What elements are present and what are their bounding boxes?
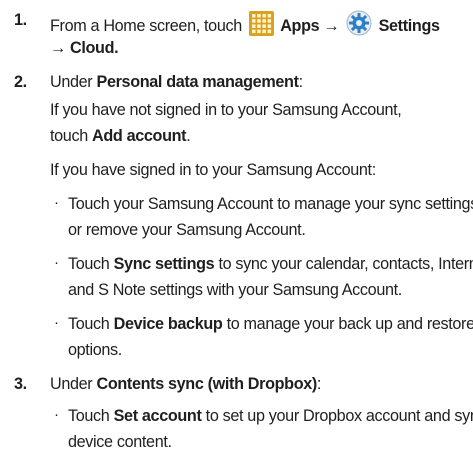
- apps-label: Apps: [280, 17, 320, 35]
- step-text: From a Home screen, touch: [50, 17, 242, 35]
- cloud-label: Cloud: [70, 39, 115, 57]
- step-text: to manage your back up and restore: [226, 315, 473, 333]
- bullet-c-line-1: Touch Device backup to manage your back …: [68, 314, 473, 334]
- gear-icon: [346, 10, 372, 41]
- instruction-document: 1. From a Home screen, touch Apps → Sett…: [0, 0, 473, 466]
- bullet-dot: ·: [54, 254, 59, 271]
- add-account-label: Add account: [92, 127, 187, 145]
- section-name: Contents sync (with Dropbox): [96, 375, 318, 393]
- step-text: Under: [50, 73, 93, 91]
- bullet-b-line-2: and S Note settings with your Samsung Ac…: [68, 281, 402, 299]
- step-text: to sync your calendar, contacts, Interne…: [218, 255, 473, 273]
- sync-settings-label: Sync settings: [113, 255, 215, 273]
- bullet-dot: ·: [54, 314, 59, 331]
- bullet-d-line-1: Touch Set account to set up your Dropbox…: [68, 406, 473, 426]
- bullet-b-line-1: Touch Sync settings to sync your calenda…: [68, 254, 473, 274]
- apps-grid-icon: [249, 11, 275, 41]
- bullet-dot: ·: [54, 194, 59, 211]
- device-backup-label: Device backup: [113, 315, 223, 333]
- arrow: →: [323, 17, 340, 35]
- step-text: to set up your Dropbox account and sync: [205, 407, 473, 425]
- step-text: Touch: [68, 315, 110, 333]
- step-1-line-2: → Cloud.: [50, 39, 119, 57]
- section-name: Personal data management: [96, 73, 299, 91]
- step-1-line-1: From a Home screen, touch Apps → Setting…: [50, 10, 440, 41]
- bullet-a-line-2: or remove your Samsung Account.: [68, 221, 306, 239]
- step-number: 2.: [14, 73, 27, 91]
- step-text: touch: [50, 127, 88, 145]
- bullet-a-line-1: Touch your Samsung Account to manage you…: [68, 195, 473, 213]
- not-signed-line-2: touch Add account.: [50, 127, 191, 145]
- set-account-label: Set account: [113, 407, 202, 425]
- step-text: Under: [50, 375, 93, 393]
- step-2-heading: Under Personal data management:: [50, 73, 303, 91]
- step-number: 3.: [14, 375, 27, 393]
- settings-label: Settings: [378, 17, 440, 35]
- step-text: Touch: [68, 407, 110, 425]
- step-number: 1.: [14, 11, 27, 29]
- step-3-heading: Under Contents sync (with Dropbox):: [50, 375, 322, 393]
- not-signed-line-1: If you have not signed in to your Samsun…: [50, 101, 402, 119]
- bullet-c-line-2: options.: [68, 341, 122, 359]
- signed-line: If you have signed in to your Samsung Ac…: [50, 161, 376, 179]
- bullet-d-line-2: device content.: [68, 433, 172, 451]
- bullet-dot: ·: [54, 406, 59, 423]
- step-text: Touch: [68, 255, 110, 273]
- arrow: →: [50, 39, 66, 57]
